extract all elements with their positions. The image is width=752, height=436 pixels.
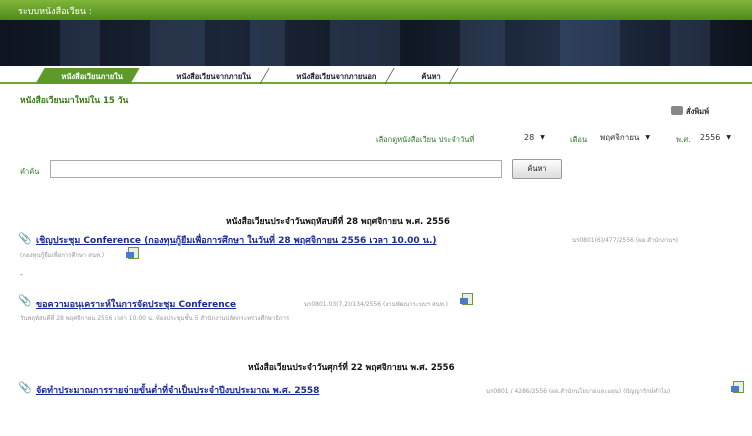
year-select[interactable]: 2556 ▼ [700,130,731,144]
circular-link[interactable]: จัดทำประมาณการรายจ่ายขั้นต่ำที่จำเป็นประ… [36,383,319,397]
year-label: พ.ศ. [676,135,691,144]
page-title: หนังสือเวียนมาใหม่ใน 15 วัน [20,96,129,106]
day-group-heading: หนังสือเวียนประจำวันศุกร์ที่ 22 พฤศจิกาย… [248,363,455,373]
month-label: เดือน [570,135,588,144]
attachment-icon[interactable] [731,380,745,394]
app-title: ระบบหนังสือเวียน : [18,7,92,17]
paperclip-icon: 📎 [18,232,32,245]
circular-subtitle: (กองทุนกู้ยืมเพื่อการศึกษา สนท.) [20,252,105,259]
tab-circulars-from-outside[interactable]: หนังสือเวียนจากภายนอก [270,68,395,84]
printer-icon [671,106,683,115]
date-filter-label: เลือกดูหนังสือเวียน ประจำวันที่ [376,135,475,144]
circular-meta: นร0801.03(7.2)/134/2556 (งานพัฒนาระบบฯ ส… [304,301,448,308]
tab-search[interactable]: ค้นหา [395,68,459,84]
nav-tabs: หนังสือเวียนภายใน หนังสือเวียนจากภายใน ห… [0,66,752,84]
circular-link[interactable]: ขอความอนุเคราะห์ในการจัดประชุม Conferenc… [36,297,236,311]
search-label: คำค้น [20,167,40,176]
chevron-down-icon: ▼ [726,133,731,141]
circular-trail: - [20,270,23,279]
attachment-icon[interactable] [460,292,474,306]
day-select[interactable]: 28 ▼ [524,130,545,144]
tab-internal-circulars[interactable]: หนังสือเวียนภายใน [35,68,141,84]
print-link[interactable]: สั่งพิมพ์ [671,106,709,118]
day-group-heading: หนังสือเวียนประจำวันพฤหัสบดีที่ 28 พฤศจิ… [226,217,450,227]
month-select[interactable]: พฤศจิกายน ▼ [600,130,650,144]
chevron-down-icon: ▼ [645,133,650,141]
tab-circulars-from-inside[interactable]: หนังสือเวียนจากภายใน [150,68,270,84]
attachment-icon[interactable] [126,246,140,260]
circular-link[interactable]: เชิญประชุม Conference (กองทุนกู้ยืมเพื่อ… [36,233,437,247]
search-button[interactable]: ค้นหา [512,159,562,179]
app-titlebar: ระบบหนังสือเวียน : [0,0,752,20]
paperclip-icon: 📎 [18,381,32,394]
chevron-down-icon: ▼ [540,133,545,141]
circular-subtitle: วันพฤหัสบดีที่ 28 พฤศจิกายน 2556 เวลา 10… [20,315,290,322]
circular-meta: นร0801 / 4286/2556 (ผอ.สำนักนโยบายและแผน… [486,388,671,395]
paperclip-icon: 📎 [18,294,32,307]
header-banner [0,20,752,66]
search-input[interactable] [50,160,502,178]
circular-meta: นร0801(6)/477/2556 (ผอ.สำนักงานฯ) [572,237,679,244]
